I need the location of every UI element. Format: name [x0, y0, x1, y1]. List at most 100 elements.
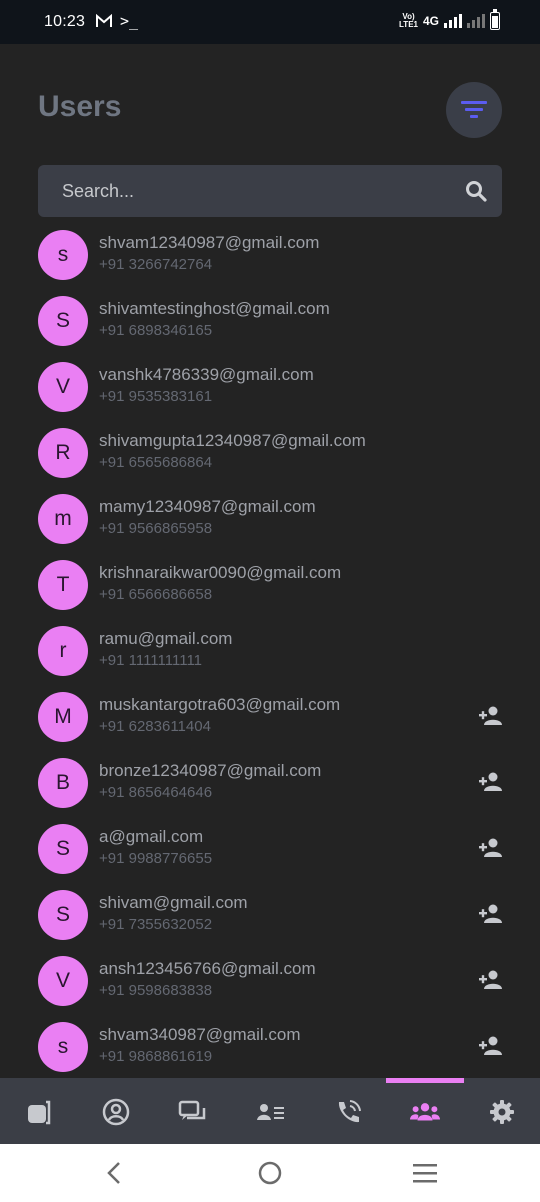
- add-user-button[interactable]: [478, 902, 504, 926]
- person-add-icon: [479, 1036, 502, 1055]
- contacts-icon: [257, 1104, 284, 1120]
- avatar: V: [38, 956, 88, 1006]
- user-row[interactable]: Bbronze12340987@gmail.com +91 8656464646: [0, 756, 540, 822]
- back-button[interactable]: [101, 1160, 127, 1186]
- user-email: ansh123456766@gmail.com: [99, 959, 316, 978]
- status-indicators: Vo) LTE1 4G: [399, 9, 500, 32]
- avatar: V: [38, 362, 88, 412]
- active-tab-indicator: [386, 1078, 464, 1083]
- user-row[interactable]: Vansh123456766@gmail.com +91 9598683838: [0, 954, 540, 1020]
- recents-button[interactable]: [412, 1160, 438, 1186]
- volte-icon: Vo) LTE1: [399, 12, 418, 29]
- user-phone: +91 9988776655: [99, 850, 213, 867]
- terminal-icon: >_: [120, 12, 139, 30]
- user-phone: +91 6565686864: [99, 454, 213, 471]
- calls-icon: [338, 1100, 361, 1123]
- nav-calls[interactable]: [333, 1097, 363, 1127]
- add-user-button[interactable]: [478, 1034, 504, 1058]
- user-phone: +91 7355632052: [99, 916, 213, 933]
- user-email: shivamtestinghost@gmail.com: [99, 299, 330, 318]
- user-phone: +91 9598683838: [99, 982, 213, 999]
- nav-settings[interactable]: [487, 1097, 517, 1127]
- person-add-icon: [479, 772, 502, 791]
- avatar: s: [38, 230, 88, 280]
- filter-button[interactable]: [446, 82, 502, 138]
- avatar: S: [38, 296, 88, 346]
- nav-contacts[interactable]: [256, 1097, 286, 1127]
- user-row[interactable]: Sshivam@gmail.com +91 7355632052: [0, 888, 540, 954]
- user-row[interactable]: Vvanshk4786339@gmail.com +91 9535383161: [0, 360, 540, 426]
- person-add-icon: [479, 904, 502, 923]
- signal-weak-icon: [467, 14, 485, 28]
- avatar: S: [38, 824, 88, 874]
- user-list: s shvam12340987@gmail.com +91 3266742764 Ss…: [0, 228, 540, 1086]
- search-input[interactable]: [38, 165, 502, 217]
- battery-icon: [490, 9, 500, 30]
- page-title: Users: [38, 90, 122, 123]
- user-row[interactable]: Sa@gmail.com +91 9988776655: [0, 822, 540, 888]
- stories-icon: [28, 1100, 51, 1125]
- user-row[interactable]: Sshivamtestinghost@gmail.com +91 68983461…: [0, 294, 540, 360]
- network-type: 4G: [422, 14, 439, 28]
- user-email: shivamgupta12340987@gmail.com: [99, 431, 366, 450]
- status-time: 10:23: [44, 13, 86, 30]
- avatar: S: [38, 890, 88, 940]
- recents-icon: [413, 1164, 437, 1183]
- user-email: muskantargotra603@gmail.com: [99, 695, 341, 714]
- person-add-icon: [479, 838, 502, 857]
- user-email: vanshk4786339@gmail.com: [99, 365, 314, 384]
- nav-profile[interactable]: [101, 1097, 131, 1127]
- add-user-button[interactable]: [478, 704, 504, 728]
- user-phone: +91 1111111111: [99, 652, 203, 669]
- settings-icon: [490, 1100, 514, 1124]
- user-email: shivam@gmail.com: [99, 893, 248, 912]
- avatar: s: [38, 1022, 88, 1072]
- user-email: krishnaraikwar0090@gmail.com: [99, 563, 342, 582]
- user-row[interactable]: Rshivamgupta12340987@gmail.com +91 656568…: [0, 426, 540, 492]
- bottom-nav: [0, 1078, 540, 1144]
- user-row[interactable]: Tkrishnaraikwar0090@gmail.com +91 6566686…: [0, 558, 540, 624]
- user-row[interactable]: m mamy12340987@gmail.com +91 9566865958: [0, 492, 540, 558]
- user-phone: +91 9868861619: [99, 1048, 213, 1065]
- nav-users[interactable]: [410, 1097, 440, 1127]
- user-row[interactable]: s shvam12340987@gmail.com +91 3266742764: [0, 228, 540, 294]
- user-email: shvam340987@gmail.com: [99, 1025, 301, 1044]
- user-phone: +91 3266742764: [99, 256, 213, 273]
- filter-list-icon: [461, 101, 487, 118]
- user-phone: +91 9535383161: [99, 388, 213, 405]
- add-user-button[interactable]: [478, 836, 504, 860]
- profile-icon: [102, 1098, 130, 1126]
- search-bar: [38, 165, 502, 217]
- avatar: m: [38, 494, 88, 544]
- home-button[interactable]: [257, 1160, 283, 1186]
- users-icon: [410, 1103, 440, 1121]
- avatar: T: [38, 560, 88, 610]
- user-email: mamy12340987@gmail.com: [99, 497, 316, 516]
- back-icon: [107, 1162, 120, 1184]
- avatar: M: [38, 692, 88, 742]
- user-phone: +91 8656464646: [99, 784, 213, 801]
- add-user-button[interactable]: [478, 968, 504, 992]
- avatar: B: [38, 758, 88, 808]
- search-icon[interactable]: [464, 179, 488, 203]
- user-phone: +91 9566865958: [99, 520, 213, 537]
- gmail-icon: [96, 14, 112, 27]
- user-phone: +91 6566686658: [99, 586, 213, 603]
- nav-chats[interactable]: [178, 1097, 208, 1127]
- user-row[interactable]: s shvam340987@gmail.com +91 9868861619: [0, 1020, 540, 1086]
- user-row[interactable]: Mmuskantargotra603@gmail.com +91 62836114…: [0, 690, 540, 756]
- system-nav-bar: [0, 1144, 540, 1202]
- signal-icon: [444, 14, 462, 28]
- user-phone: +91 6898346165: [99, 322, 213, 339]
- user-email: ramu@gmail.com: [99, 629, 233, 648]
- nav-stories[interactable]: [24, 1097, 54, 1127]
- user-phone: +91 6283611404: [99, 718, 211, 735]
- add-user-button[interactable]: [478, 770, 504, 794]
- user-row[interactable]: r ramu@gmail.com +91 1111111111: [0, 624, 540, 690]
- person-add-icon: [479, 970, 502, 989]
- user-email: bronze12340987@gmail.com: [99, 761, 322, 780]
- status-bar: 10:23 >_ Vo) LTE1 4G: [0, 0, 540, 44]
- chats-icon: [178, 1100, 206, 1120]
- avatar: R: [38, 428, 88, 478]
- user-email: shvam12340987@gmail.com: [99, 233, 320, 252]
